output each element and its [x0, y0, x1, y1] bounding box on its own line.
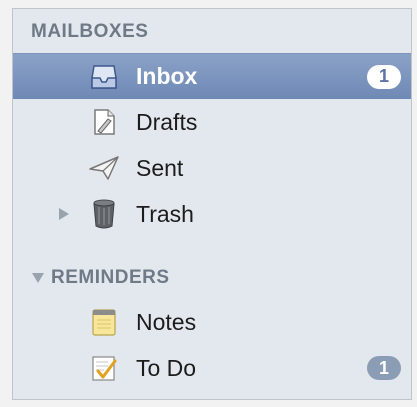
sidebar-item-inbox[interactable]: Inbox 1	[13, 53, 411, 99]
unread-count-badge: 1	[367, 64, 401, 89]
sidebar-item-trash[interactable]: Trash	[13, 191, 411, 237]
todo-icon	[87, 351, 121, 385]
sidebar-item-todo[interactable]: To Do 1	[13, 345, 411, 391]
disclosure-triangle-collapsed-icon[interactable]	[57, 207, 71, 221]
sidebar-item-label: Notes	[136, 308, 197, 335]
notes-icon	[87, 305, 121, 339]
reminders-section-header[interactable]: REMINDERS	[31, 261, 170, 295]
todo-count-badge: 1	[367, 356, 401, 380]
reminders-header-label: REMINDERS	[51, 267, 170, 288]
sidebar-item-label: To Do	[136, 354, 197, 381]
inbox-icon	[87, 60, 121, 94]
disclosure-triangle-expanded-icon[interactable]	[31, 271, 45, 285]
sent-icon	[87, 151, 121, 185]
sidebar-item-notes[interactable]: Notes	[13, 299, 411, 345]
trash-icon	[87, 197, 121, 231]
mailboxes-section-header: MAILBOXES	[31, 21, 149, 42]
sidebar-item-label: Drafts	[136, 108, 198, 135]
sidebar-item-sent[interactable]: Sent	[13, 145, 411, 191]
drafts-icon	[87, 105, 121, 139]
sidebar-item-label: Inbox	[136, 63, 198, 89]
sidebar-item-label: Trash	[136, 200, 194, 227]
mailbox-sidebar: MAILBOXES Inbox 1 Drafts Sent Trash REMI…	[12, 8, 412, 400]
sidebar-item-drafts[interactable]: Drafts	[13, 99, 411, 145]
sidebar-item-label: Sent	[136, 154, 184, 181]
